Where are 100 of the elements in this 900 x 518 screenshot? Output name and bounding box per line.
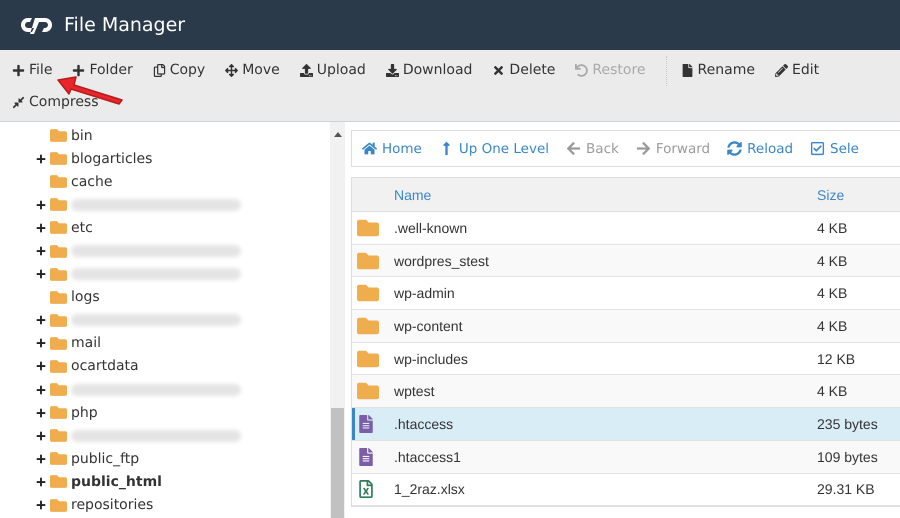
file-name: wp-content — [394, 318, 464, 334]
file-size: 4 KB — [817, 318, 848, 334]
copy-icon — [152, 64, 166, 76]
folder-icon — [357, 380, 379, 402]
expand-icon[interactable] — [36, 154, 46, 164]
toolbar-button[interactable]: Copy — [148, 54, 222, 86]
plus-icon — [72, 64, 86, 76]
tree-item[interactable]: cache — [71, 174, 112, 190]
file-size: 4 KB — [817, 285, 848, 302]
tree-item[interactable]: logs — [71, 289, 100, 306]
folder-icon — [50, 427, 67, 444]
upload-icon — [300, 64, 313, 76]
undo-icon — [575, 64, 588, 76]
file-size: 12 KB — [817, 350, 856, 367]
tree-item[interactable]: bin — [71, 128, 93, 144]
folder-icon — [50, 219, 67, 236]
file-size: 235 bytes — [817, 416, 879, 432]
folder-icon — [50, 196, 67, 214]
expand-icon[interactable] — [36, 500, 46, 510]
tree-item[interactable]: blogarticles — [71, 150, 152, 167]
toolbar-button[interactable]: Upload — [296, 54, 382, 86]
reload-icon — [727, 141, 742, 156]
toolbar-button[interactable]: Compress — [8, 86, 115, 118]
file-size: 29.31 KB — [817, 481, 876, 498]
scroll-up-icon[interactable] — [334, 132, 342, 137]
document-icon — [357, 448, 375, 466]
document-icon — [680, 64, 694, 76]
tree-item[interactable]: ocartdata — [71, 358, 139, 374]
spreadsheet-icon — [357, 480, 375, 498]
window-title: File Manager — [64, 14, 186, 36]
expand-icon[interactable] — [36, 408, 46, 418]
expand-icon[interactable] — [36, 384, 46, 395]
navigation-button[interactable]: Up One Level — [438, 140, 550, 156]
folder-icon — [50, 242, 67, 260]
logo-icon — [20, 15, 54, 35]
file-name: wp-admin — [394, 285, 456, 302]
expand-icon[interactable] — [36, 269, 46, 280]
file-row[interactable]: 1_2raz.xlsx 29.31 KB — [352, 474, 900, 506]
file-name: 1_2raz.xlsx — [394, 481, 466, 498]
close-icon — [492, 64, 506, 76]
file-size: 4 KB — [817, 220, 848, 236]
file-name: wptest — [394, 383, 436, 400]
move-icon — [225, 64, 238, 76]
tree-item[interactable]: etc — [71, 220, 93, 236]
folder-icon — [50, 450, 67, 468]
expand-icon[interactable] — [36, 476, 46, 487]
navigation-button[interactable]: Home — [362, 140, 422, 156]
file-row[interactable]: wordpres_stest 4 KB — [352, 244, 900, 278]
folder-icon — [50, 334, 67, 352]
expand-icon[interactable] — [36, 338, 46, 348]
file-size: 4 KB — [817, 252, 848, 269]
navigation-button[interactable]: Reload — [727, 140, 794, 156]
folder-icon — [50, 173, 67, 190]
folder-icon — [50, 288, 67, 306]
file-size: 109 bytes — [817, 448, 879, 465]
tree-item[interactable]: php — [71, 404, 98, 421]
checkbox-icon — [810, 141, 826, 156]
left-arrow-icon — [566, 141, 582, 156]
pencil-icon — [774, 64, 788, 76]
download-icon — [386, 64, 399, 76]
compress-icon — [12, 96, 25, 108]
folder-icon — [50, 150, 67, 168]
expand-icon[interactable] — [36, 222, 46, 233]
expand-icon[interactable] — [36, 315, 46, 326]
file-name: .htaccess1 — [394, 448, 462, 465]
toolbar-button[interactable]: Move — [221, 54, 296, 86]
home-icon — [362, 141, 377, 156]
expand-icon[interactable] — [36, 430, 46, 441]
scrollbar[interactable] — [330, 122, 345, 518]
file-row[interactable]: .htaccess1 109 bytes — [352, 440, 900, 474]
expand-icon[interactable] — [36, 454, 46, 464]
file-size: 4 KB — [817, 383, 848, 400]
toolbar-button[interactable]: Download — [382, 54, 488, 86]
folder-icon — [50, 127, 67, 144]
plus-icon — [12, 64, 25, 76]
file-name: .htaccess — [394, 416, 454, 432]
file-row[interactable]: wptest 4 KB — [352, 375, 900, 408]
toolbar-button[interactable]: Delete — [488, 54, 572, 86]
toolbar-button[interactable]: Rename — [676, 54, 771, 86]
file-row[interactable]: wp-content 4 KB — [352, 310, 900, 343]
scrollbar-thumb[interactable] — [331, 408, 344, 518]
navigation-button[interactable]: Sele — [810, 140, 859, 156]
folder-icon — [50, 404, 67, 422]
folder-icon — [50, 266, 67, 283]
file-row[interactable]: .htaccess 235 bytes — [352, 408, 900, 441]
expand-icon[interactable] — [36, 200, 46, 210]
tree-item[interactable]: public_html — [71, 474, 162, 490]
expand-icon[interactable] — [36, 361, 46, 372]
expand-icon[interactable] — [36, 246, 46, 256]
tree-item[interactable]: public_ftp — [71, 450, 140, 467]
toolbar-button[interactable]: Edit — [770, 54, 836, 86]
right-arrow-icon — [636, 141, 651, 156]
file-name: wordpres_stest — [394, 252, 490, 269]
folder-icon — [50, 473, 67, 490]
document-icon — [357, 414, 375, 433]
file-name: wp-includes — [394, 350, 469, 367]
tree-item[interactable]: repositories — [71, 497, 154, 514]
folder-icon — [50, 358, 67, 375]
folder-icon — [50, 312, 67, 329]
tree-item[interactable]: mail — [71, 335, 101, 352]
